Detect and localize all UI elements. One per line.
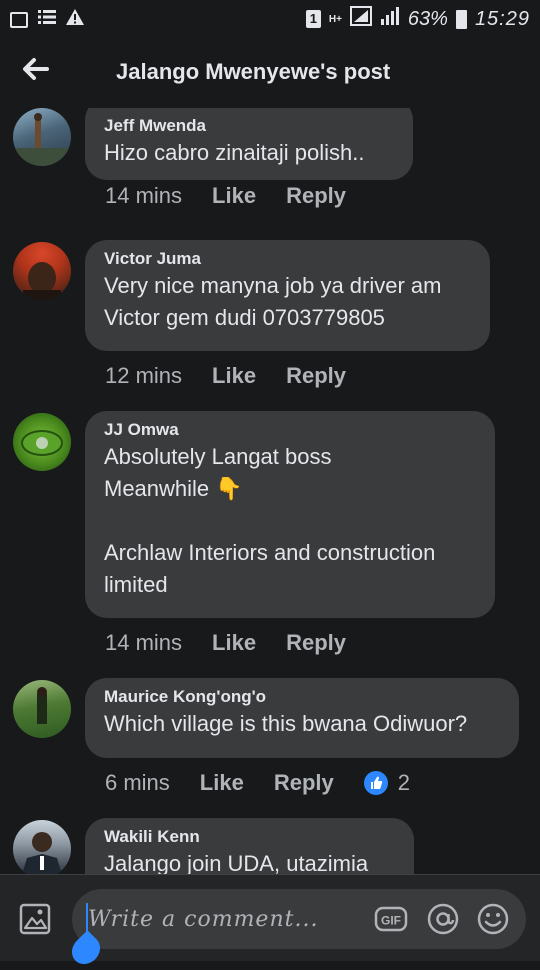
avatar[interactable] (13, 413, 71, 471)
text-cursor-handle[interactable] (66, 930, 106, 970)
avatar[interactable] (13, 680, 71, 738)
photo-icon[interactable] (18, 902, 52, 936)
status-bar: 1 H+ 63% 15:29 (0, 0, 540, 36)
battery-percent: 63% (407, 7, 448, 30)
avatar[interactable] (13, 108, 71, 166)
comment-input-placeholder: Write a comment... (88, 907, 319, 932)
comment-actions: 6 mins Like Reply 2 (105, 770, 410, 796)
reaction-count: 2 (397, 770, 410, 795)
comment-text: Very nice manyna job ya driver am Victor… (104, 273, 442, 330)
comment-composer: Write a comment... GIF (0, 874, 540, 970)
cell-signal-icon (380, 7, 400, 31)
avatar[interactable] (13, 820, 71, 874)
like-button[interactable]: Like (212, 630, 256, 656)
comment-text: Hizo cabro zinaitaji polish.. (104, 140, 365, 165)
battery-icon (455, 9, 467, 29)
comment-text: Which village is this bwana Odiwuor? (104, 711, 468, 736)
comment-input-field[interactable]: Write a comment... GIF (66, 889, 526, 970)
reply-button[interactable]: Reply (286, 630, 346, 656)
comment-author[interactable]: Jeff Mwenda (104, 115, 393, 137)
comment-bubble[interactable]: Jeff Mwenda Hizo cabro zinaitaji polish.… (85, 108, 413, 180)
list-notification-icon (38, 9, 56, 30)
comment-bubble[interactable]: Victor Juma Very nice manyna job ya driv… (85, 240, 490, 351)
sim-slot-badge: 1 (305, 10, 321, 28)
page-title: Jalango Mwenyewe's post (116, 59, 391, 84)
comment-bubble[interactable]: Maurice Kong'ong'o Which village is this… (85, 678, 519, 758)
comment-time: 14 mins (105, 630, 183, 655)
like-button[interactable]: Like (212, 183, 256, 209)
like-button[interactable]: Like (200, 770, 244, 796)
comment-list[interactable]: Jeff Mwenda Hizo cabro zinaitaji polish.… (0, 108, 540, 874)
data-signal-icon (349, 6, 372, 32)
comment-time: 12 mins (105, 363, 183, 388)
gallery-notification-icon (10, 11, 28, 28)
reaction-summary[interactable]: 2 (363, 770, 410, 796)
reply-button[interactable]: Reply (286, 183, 346, 209)
comment-bubble[interactable]: JJ Omwa Absolutely Langat boss Meanwhile… (85, 411, 495, 618)
gif-label: GIF (381, 914, 401, 928)
like-reaction-icon (363, 771, 388, 795)
comment-actions: 14 mins Like Reply (105, 630, 376, 656)
clock: 15:29 (474, 7, 530, 30)
comment-bubble[interactable]: Wakili Kenn Jalango join UDA, utazimia (85, 818, 414, 874)
network-type-label: H+ (328, 13, 342, 25)
avatar[interactable] (13, 242, 71, 300)
like-button[interactable]: Like (212, 363, 256, 389)
at-icon[interactable] (426, 902, 460, 936)
comment-time: 14 mins (105, 183, 183, 208)
comment-author[interactable]: Victor Juma (104, 248, 470, 270)
comment-time: 6 mins (105, 770, 170, 795)
reply-button[interactable]: Reply (274, 770, 334, 796)
comment-author[interactable]: Maurice Kong'ong'o (104, 686, 499, 708)
emoji-icon[interactable] (476, 902, 510, 936)
arrow-left-icon[interactable] (20, 54, 50, 84)
reply-button[interactable]: Reply (286, 363, 346, 389)
gif-icon[interactable]: GIF (374, 902, 408, 936)
comment-text: Absolutely Langat boss Meanwhile 👇 Archl… (104, 444, 436, 597)
warning-icon (66, 9, 84, 30)
post-header: Jalango Mwenyewe's post (0, 36, 540, 108)
comment-actions: 12 mins Like Reply (105, 363, 376, 389)
comment-author[interactable]: Wakili Kenn (104, 826, 394, 848)
comment-author[interactable]: JJ Omwa (104, 419, 475, 441)
comment-actions: 14 mins Like Reply (105, 183, 376, 209)
comment-text: Jalango join UDA, utazimia (104, 851, 369, 874)
